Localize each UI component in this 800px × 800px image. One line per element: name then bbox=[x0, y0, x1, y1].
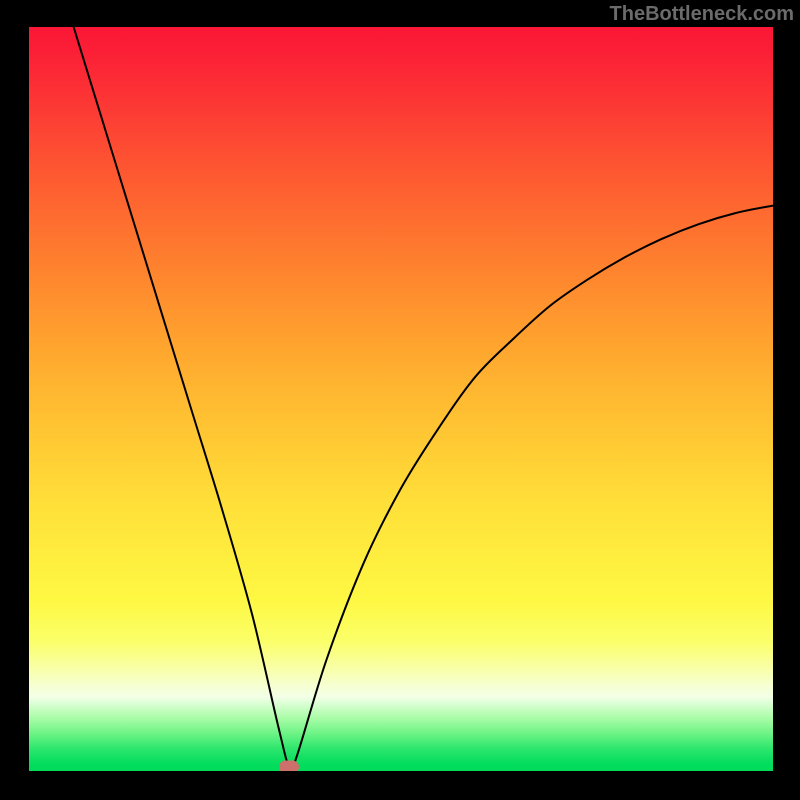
watermark-text: TheBottleneck.com bbox=[610, 3, 794, 26]
chart-frame: TheBottleneck.com bbox=[0, 0, 800, 800]
bottleneck-curve bbox=[29, 27, 773, 771]
minimum-marker bbox=[279, 761, 299, 771]
plot-area bbox=[29, 27, 773, 771]
